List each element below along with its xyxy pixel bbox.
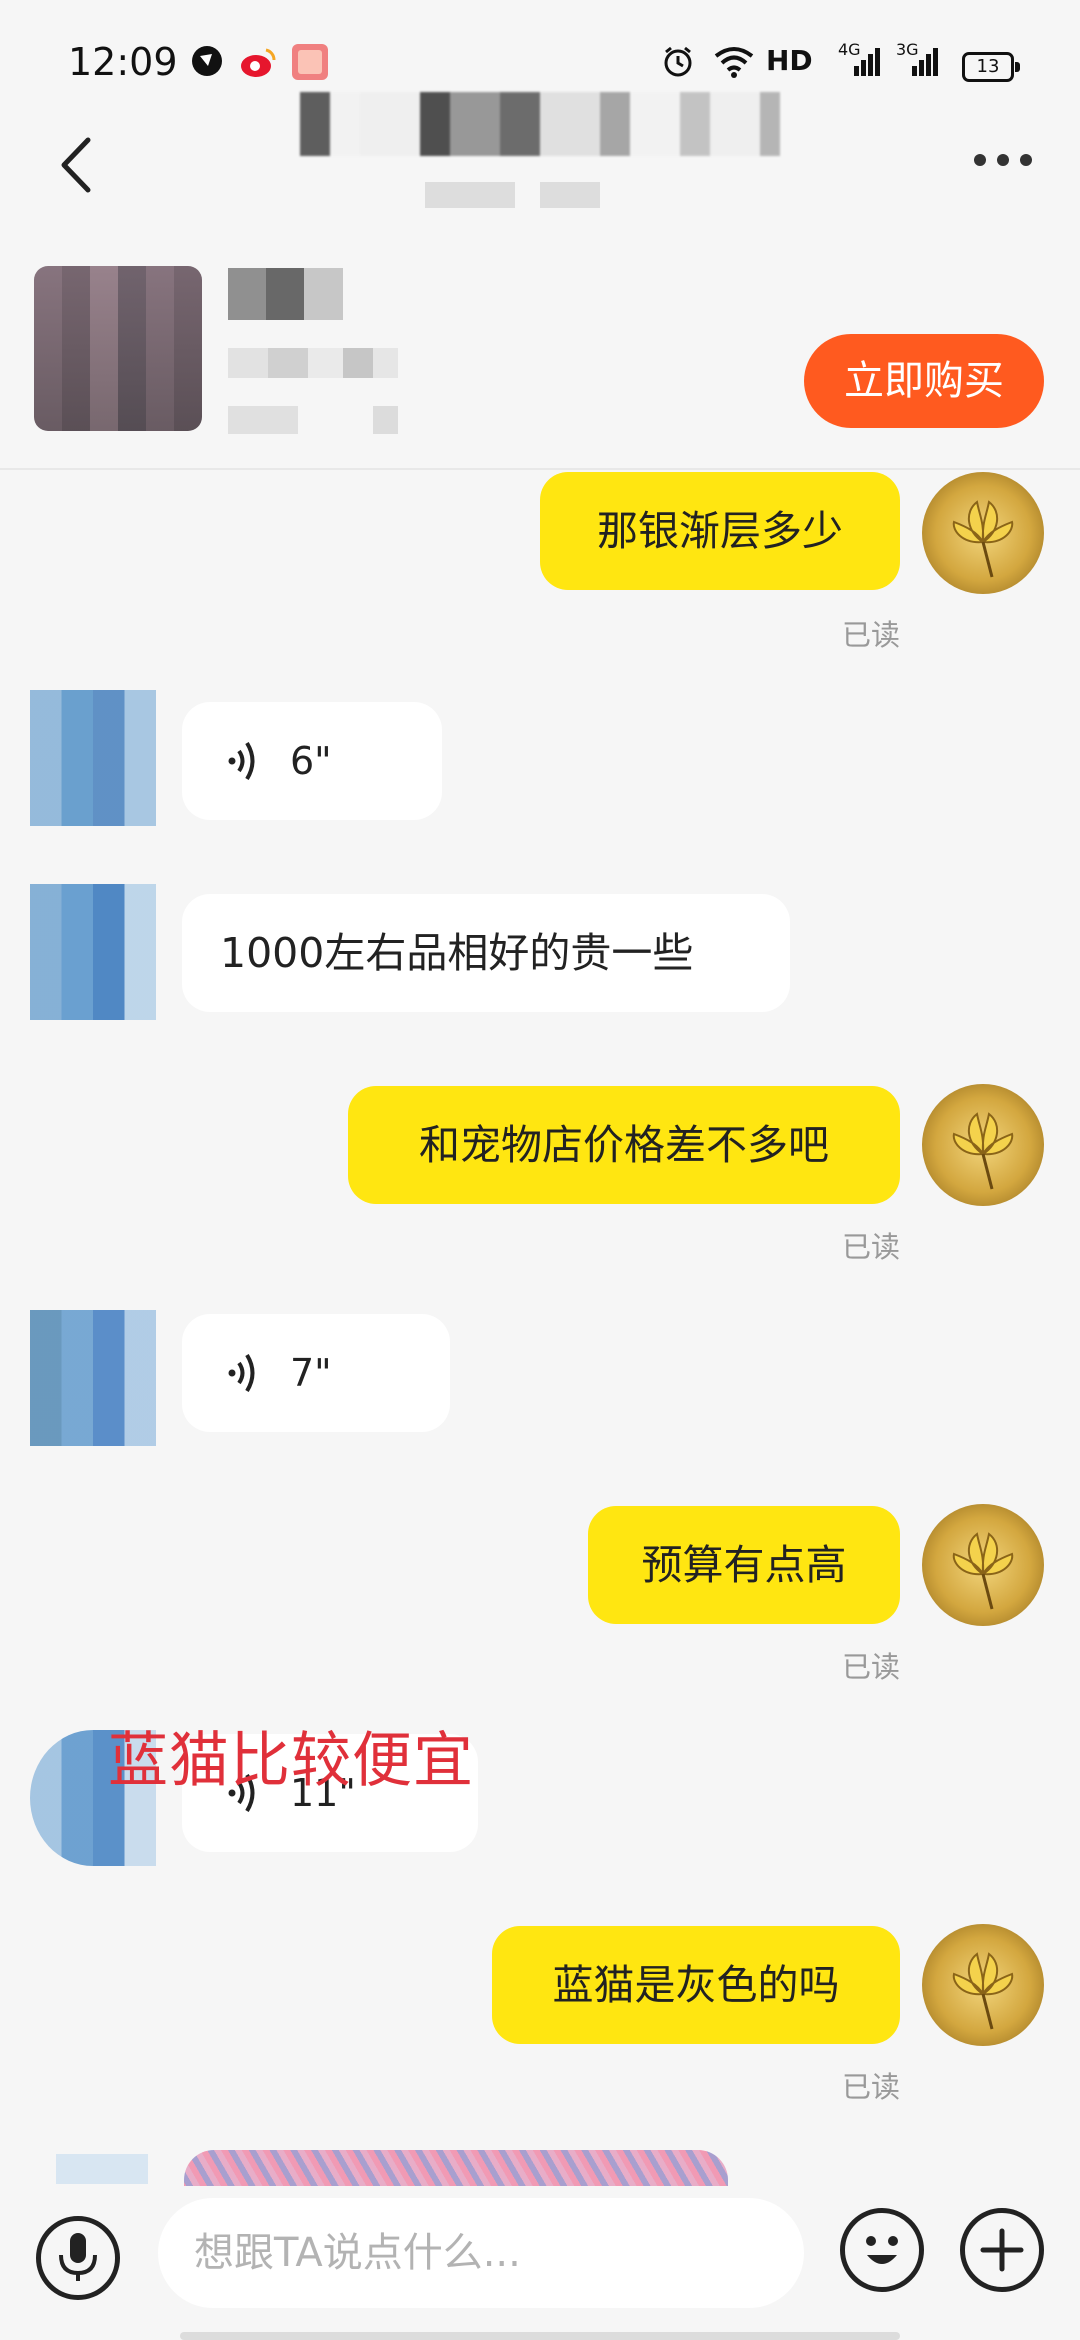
voice-duration: 7" [290, 1351, 332, 1395]
message-bubble-sent[interactable]: 和宠物店价格差不多吧 [348, 1086, 900, 1204]
message-bubble-received[interactable]: 1000左右品相好的贵一些 [182, 894, 790, 1012]
message-bubble-sent[interactable]: 预算有点高 [588, 1506, 900, 1624]
lotus-avatar-icon [952, 1112, 1014, 1190]
hd-indicator: HD [766, 44, 813, 77]
lotus-avatar-icon [952, 1952, 1014, 2030]
message-text: 1000左右品相好的贵一些 [220, 929, 694, 977]
contact-avatar[interactable] [30, 690, 156, 826]
contact-avatar[interactable] [30, 1310, 156, 1446]
message-text: 预算有点高 [641, 1541, 847, 1589]
voice-wave-icon [228, 741, 255, 781]
product-image[interactable] [34, 266, 202, 431]
lotus-avatar-icon [952, 1532, 1014, 1610]
input-bar [0, 2186, 1080, 2340]
signal-icon [854, 48, 880, 76]
app-badge-icon [292, 44, 328, 80]
contact-avatar[interactable] [30, 884, 156, 1020]
emoji-button[interactable] [840, 2208, 924, 2292]
voice-input-button[interactable] [36, 2216, 120, 2300]
voice-duration: 6" [290, 739, 332, 783]
product-card[interactable]: 立即购买 [0, 248, 1080, 470]
status-time: 12:09 [68, 40, 178, 84]
add-attachment-button[interactable] [960, 2208, 1044, 2292]
read-receipt: 已读 [842, 1230, 901, 1264]
product-price-redacted [228, 406, 398, 434]
voice-message[interactable]: 7" [182, 1314, 450, 1432]
chat-title-redacted [300, 92, 780, 156]
app-notification-icon [192, 46, 222, 76]
wifi-icon [714, 47, 754, 78]
microphone-icon [59, 2233, 97, 2281]
buy-now-button[interactable]: 立即购买 [804, 334, 1044, 428]
read-receipt: 已读 [842, 2070, 901, 2104]
read-receipt: 已读 [842, 1650, 901, 1684]
voice-wave-icon [228, 1353, 255, 1393]
voice-message[interactable]: 6" [182, 702, 442, 820]
read-receipt: 已读 [842, 618, 901, 652]
message-bubble-sent[interactable]: 那银渐层多少 [540, 472, 900, 590]
chat-subtitle-redacted [425, 182, 600, 208]
my-avatar[interactable] [922, 1504, 1044, 1626]
message-text: 和宠物店价格差不多吧 [419, 1121, 829, 1169]
my-avatar[interactable] [922, 1924, 1044, 2046]
signal-icon-2 [912, 48, 938, 76]
lotus-avatar-icon [952, 500, 1014, 578]
alarm-icon [664, 46, 692, 77]
message-input[interactable] [158, 2198, 804, 2308]
plus-icon [980, 2228, 1024, 2272]
message-text: 蓝猫是灰色的吗 [552, 1961, 840, 2009]
product-title-redacted [228, 268, 343, 320]
contact-avatar-partial[interactable] [56, 2154, 148, 2184]
message-text: 那银渐层多少 [597, 507, 843, 555]
battery-icon: 13 [962, 52, 1020, 82]
product-detail-redacted [228, 348, 398, 378]
more-dots-icon[interactable] [968, 140, 1038, 180]
my-avatar[interactable] [922, 1084, 1044, 1206]
message-bubble-sent[interactable]: 蓝猫是灰色的吗 [492, 1926, 900, 2044]
handwritten-annotation: 蓝猫比较便宜 [108, 1726, 474, 1796]
home-indicator[interactable] [180, 2332, 900, 2340]
my-avatar[interactable] [922, 472, 1044, 594]
emoji-icon [866, 2236, 898, 2264]
chevron-left-icon[interactable] [48, 130, 108, 200]
weibo-icon [241, 48, 276, 77]
